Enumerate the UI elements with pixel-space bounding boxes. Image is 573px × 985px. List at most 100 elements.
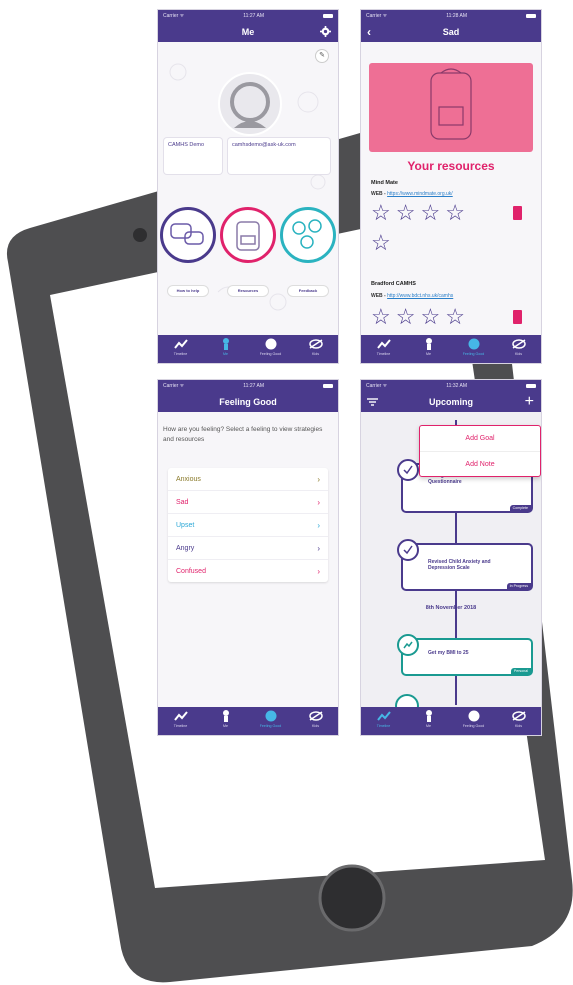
tab-label: Feeling Good: [259, 352, 282, 356]
chevron-right-icon: ›: [317, 566, 320, 576]
feeling-item-sad[interactable]: Sad ›: [168, 491, 328, 514]
smiley-icon: [468, 337, 480, 351]
tab-label: Me: [426, 724, 431, 728]
rating-stars[interactable]: ☆: [371, 232, 391, 254]
tab-label: Me: [426, 352, 431, 356]
smiley-icon: [265, 709, 277, 723]
backpack-icon: [430, 68, 472, 140]
page-title: Feeling Good: [219, 396, 277, 407]
resource-link[interactable]: https://www.mindmate.org.uk/: [387, 191, 453, 197]
name-card: CAMHS Demo: [164, 138, 222, 174]
tab-timeline[interactable]: Timeline: [364, 337, 404, 356]
timeline-item-text: Revised Child Anxiety and Depression Sca…: [428, 559, 491, 571]
tab-me[interactable]: Me: [206, 337, 246, 356]
feeling-item-confused[interactable]: Confused ›: [168, 560, 328, 582]
feedback-button[interactable]: Feedback: [288, 286, 328, 296]
chevron-right-icon: ›: [317, 520, 320, 530]
star-icon[interactable]: ☆: [420, 202, 440, 224]
add-plus-icon[interactable]: +: [525, 391, 534, 412]
page-title: Sad: [442, 26, 460, 37]
tab-kids[interactable]: Kids: [296, 709, 336, 728]
battery-icon: [526, 383, 536, 388]
tab-me[interactable]: Me: [409, 337, 449, 356]
tab-feeling-good[interactable]: Feeling Good: [251, 709, 291, 728]
chevron-right-icon: ›: [317, 497, 320, 507]
tab-me[interactable]: Me: [206, 709, 246, 728]
page-title: Me: [241, 26, 255, 37]
star-icon[interactable]: ☆: [371, 306, 391, 328]
trend-icon: [173, 709, 188, 723]
timeline-card[interactable]: Get my BMI to 25 Personal: [397, 634, 533, 676]
filter-icon[interactable]: [367, 391, 378, 412]
star-icon[interactable]: ☆: [396, 202, 416, 224]
feeling-label: Sad: [176, 498, 189, 506]
tab-feeling-good[interactable]: Feeling Good: [454, 709, 494, 728]
feeling-item-anxious[interactable]: Anxious ›: [168, 468, 328, 491]
tab-feeling-good[interactable]: Feeling Good: [454, 337, 494, 356]
tab-label: Kids: [312, 352, 319, 356]
tab-timeline[interactable]: Timeline: [161, 337, 201, 356]
resources-circle[interactable]: [220, 207, 276, 263]
add-goal-menu-item[interactable]: Add Goal: [420, 426, 540, 452]
chevron-right-icon: ›: [317, 543, 320, 553]
rating-stars[interactable]: ☆ ☆ ☆ ☆: [371, 202, 465, 224]
tab-label: Timeline: [376, 724, 391, 728]
tab-kids[interactable]: Kids: [499, 709, 539, 728]
tab-label: Me: [223, 352, 228, 356]
tab-me[interactable]: Me: [409, 709, 449, 728]
tab-timeline[interactable]: Timeline: [364, 709, 404, 728]
edit-pencil-icon[interactable]: ✎: [316, 50, 328, 62]
tab-label: Timeline: [173, 352, 188, 356]
how-to-help-button[interactable]: How to help: [168, 286, 208, 296]
web-prefix: WEB -: [371, 191, 388, 197]
status-badge: In Progress: [506, 583, 531, 589]
back-chevron-icon[interactable]: ‹: [367, 21, 371, 42]
hidden-eye-icon: [308, 709, 323, 723]
tab-kids[interactable]: Kids: [296, 337, 336, 356]
smiley-icon: [265, 337, 277, 351]
status-bar: Carrier ᯤ 11:27 AM: [158, 380, 338, 391]
how-to-help-circle[interactable]: [160, 207, 216, 263]
star-icon[interactable]: ☆: [371, 202, 391, 224]
timeline-card[interactable]: Revised Child Anxiety and Depression Sca…: [397, 539, 533, 591]
nav-bar: Upcoming +: [361, 391, 541, 412]
delete-bin-icon[interactable]: [513, 310, 522, 324]
resource-link[interactable]: http://www.bdct.nhs.uk/camhs: [387, 293, 453, 299]
tab-kids[interactable]: Kids: [499, 337, 539, 356]
tab-label: Feeling Good: [462, 352, 485, 356]
status-badge: Complete: [509, 505, 531, 511]
clipboard-check-icon: [397, 539, 419, 561]
add-note-menu-item[interactable]: Add Note: [420, 452, 540, 477]
feeling-label: Confused: [176, 567, 206, 575]
star-icon[interactable]: ☆: [445, 202, 465, 224]
avatar[interactable]: [218, 72, 282, 136]
clock: 11:27 AM: [243, 12, 264, 19]
resource-web: WEB - http://www.bdct.nhs.uk/camhs: [371, 293, 453, 299]
hidden-eye-icon: [511, 337, 526, 351]
tab-label: Me: [223, 724, 228, 728]
tab-bar: Timeline Me Feeling Good Kids: [158, 707, 338, 735]
star-icon[interactable]: ☆: [420, 306, 440, 328]
carrier: Carrier ᯤ: [366, 382, 388, 389]
feedback-circle[interactable]: [280, 207, 336, 263]
clipboard-check-icon: [397, 459, 419, 481]
settings-gear-icon[interactable]: [320, 21, 331, 42]
email-card: camhsdemo@ask-uk.com: [228, 138, 330, 174]
tab-feeling-good[interactable]: Feeling Good: [251, 337, 291, 356]
delete-bin-icon[interactable]: [513, 206, 522, 220]
home-button: [318, 864, 386, 932]
star-icon[interactable]: ☆: [445, 306, 465, 328]
tab-label: Timeline: [173, 724, 188, 728]
feeling-item-angry[interactable]: Angry ›: [168, 537, 328, 560]
rating-stars[interactable]: ☆ ☆ ☆ ☆: [371, 306, 465, 328]
trend-icon: [397, 634, 419, 656]
star-icon[interactable]: ☆: [371, 232, 391, 254]
star-icon[interactable]: ☆: [396, 306, 416, 328]
faces-icon: [292, 219, 322, 249]
battery-icon: [323, 13, 333, 18]
tab-timeline[interactable]: Timeline: [161, 709, 201, 728]
resources-button[interactable]: Resources: [228, 286, 268, 296]
feeling-label: Anxious: [176, 475, 201, 483]
tab-label: Timeline: [376, 352, 391, 356]
feeling-item-upset[interactable]: Upset ›: [168, 514, 328, 537]
